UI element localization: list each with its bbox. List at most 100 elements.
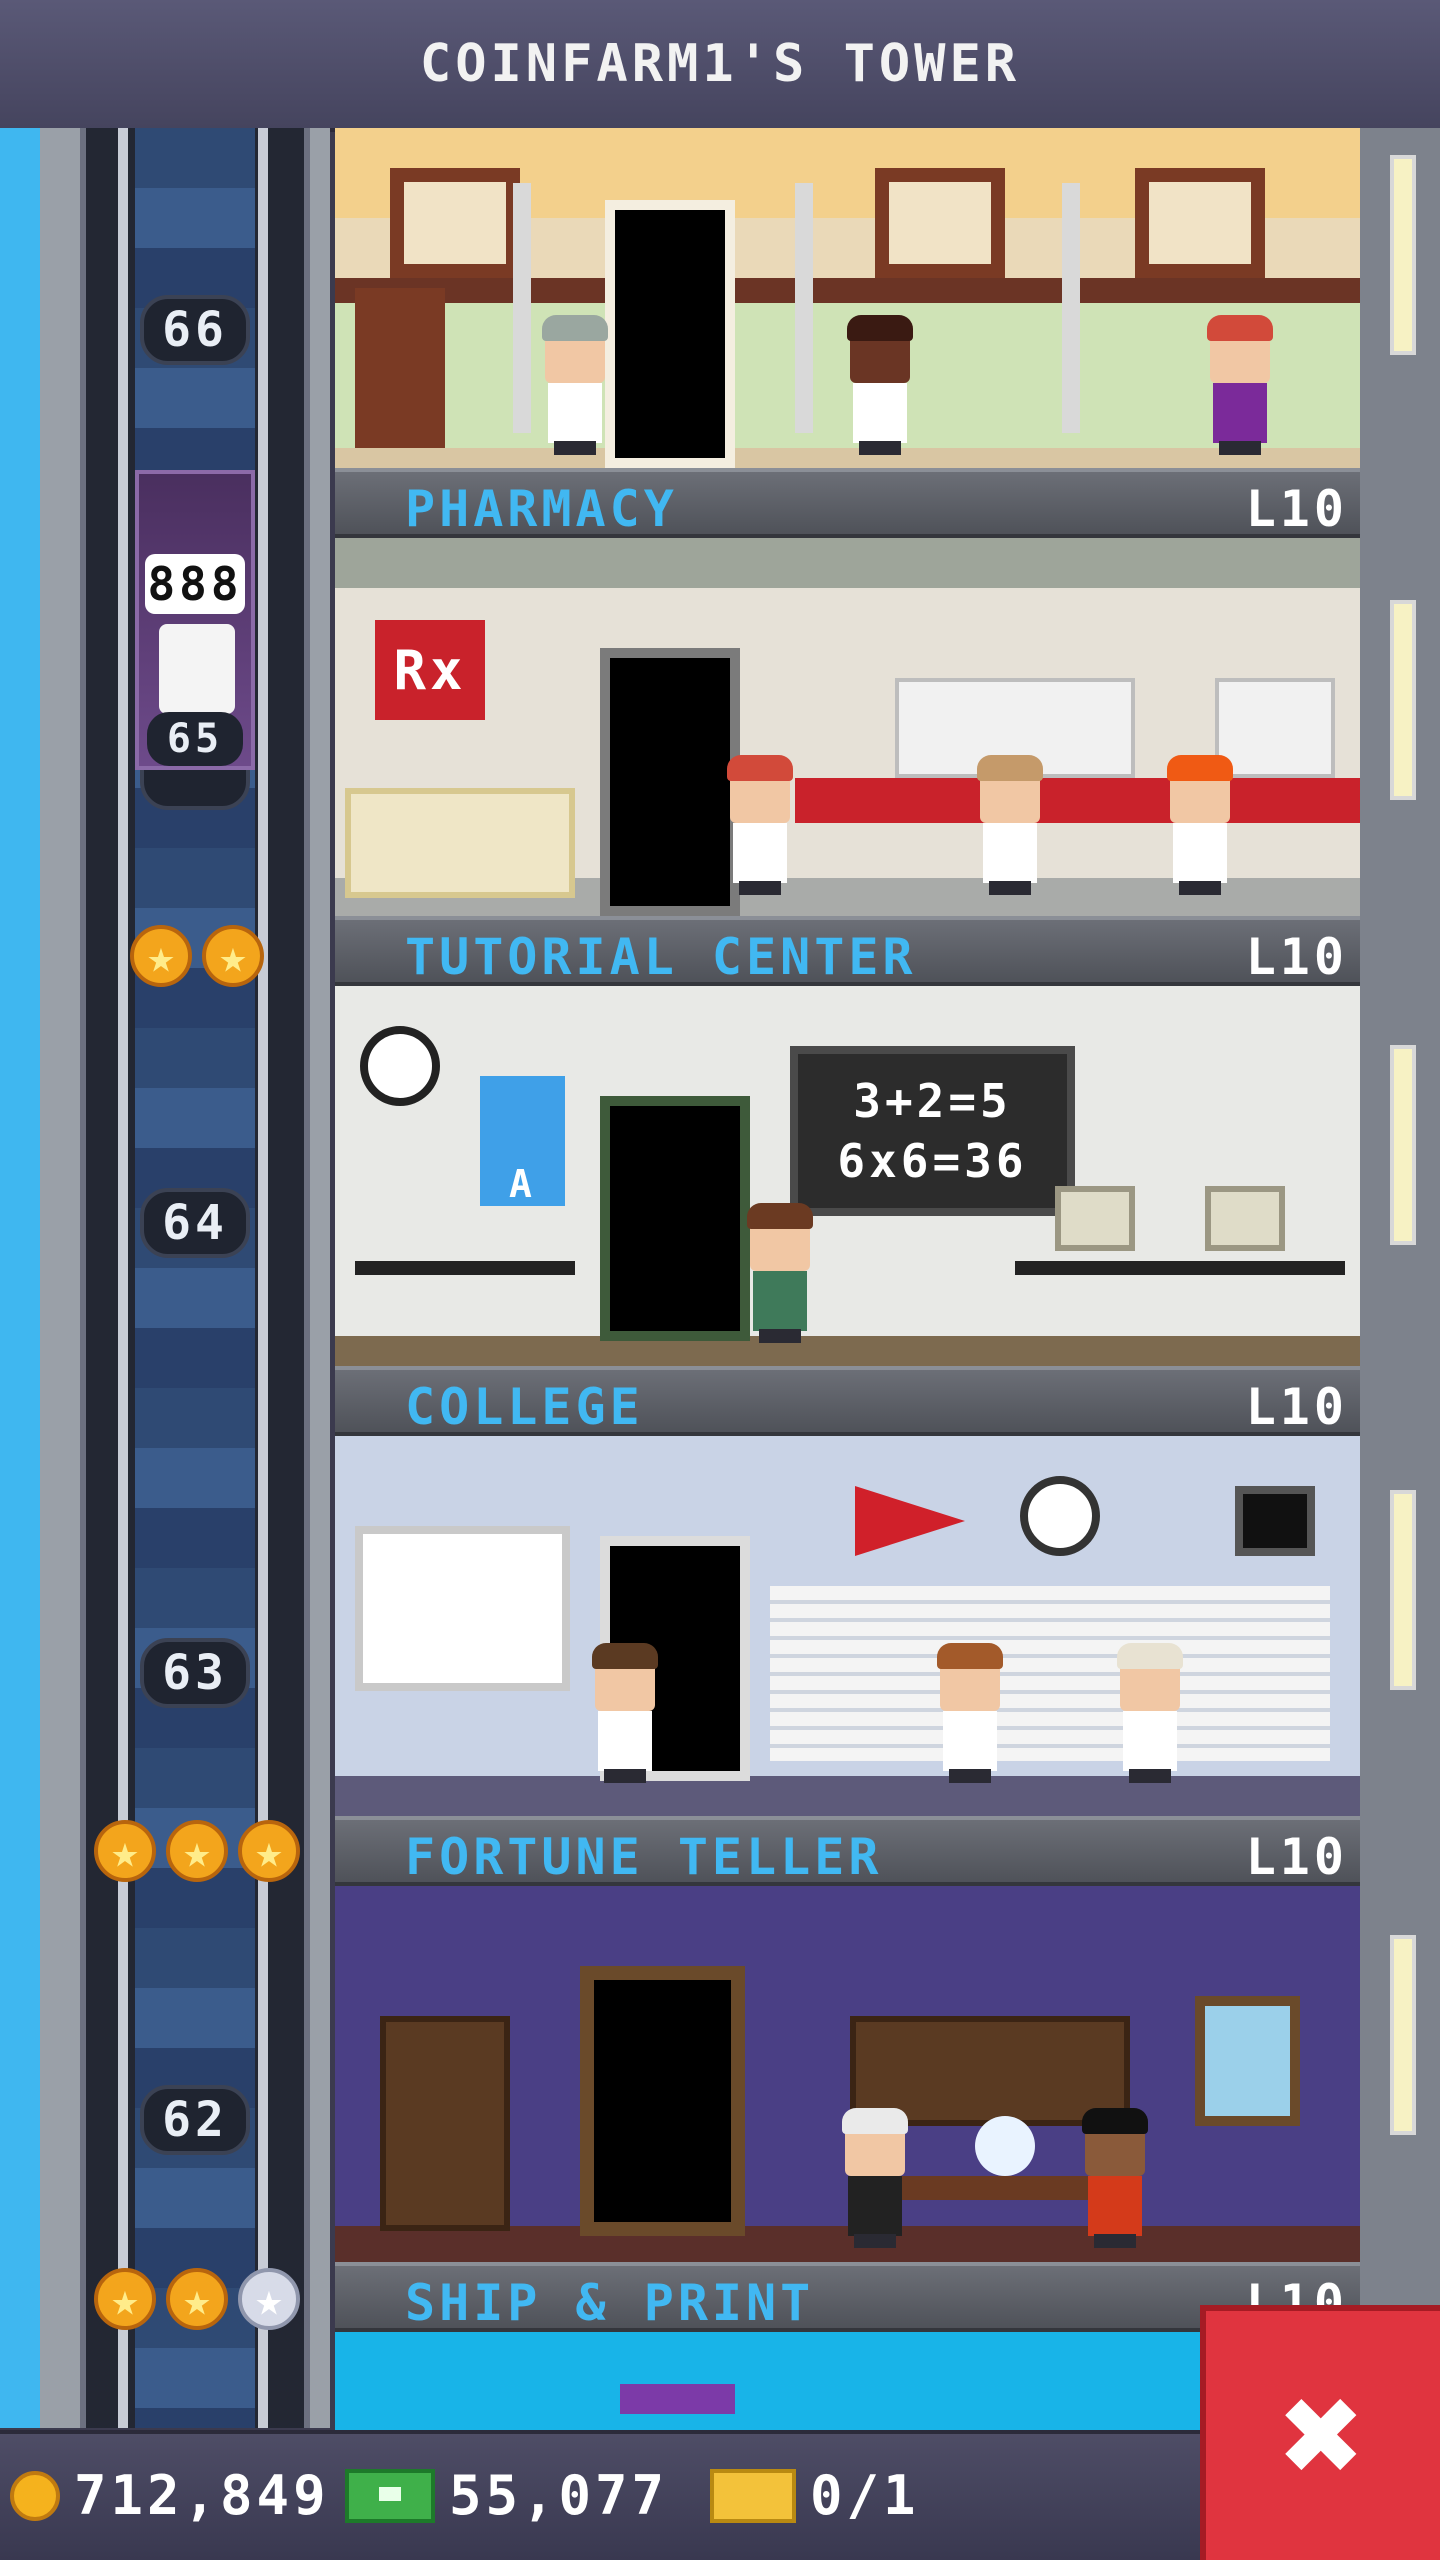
window-light bbox=[1390, 1045, 1416, 1245]
shelf-unit bbox=[345, 788, 575, 898]
bitizen[interactable] bbox=[725, 755, 795, 895]
bux-icon bbox=[345, 2468, 435, 2523]
clock-icon bbox=[360, 1026, 440, 1106]
room-tutorial-center[interactable]: Rx bbox=[335, 538, 1360, 916]
room-door bbox=[605, 200, 735, 468]
room-ship-and-print[interactable] bbox=[335, 1886, 1360, 2262]
star-icon: ★ bbox=[94, 2268, 156, 2330]
star-icon: ★ bbox=[130, 925, 192, 987]
picture-frame bbox=[875, 168, 1005, 278]
window-light bbox=[1390, 1490, 1416, 1690]
computer-monitor bbox=[1205, 1186, 1285, 1251]
floor-name: SHIP & PRINT bbox=[405, 2274, 815, 2332]
star-icon: ★ bbox=[166, 2268, 228, 2330]
coins-value: 712,849 bbox=[74, 2464, 330, 2527]
coin-icon bbox=[10, 2470, 60, 2521]
clock-icon bbox=[1020, 1476, 1100, 1556]
floor-lamp bbox=[795, 183, 813, 433]
computer-monitor bbox=[1055, 1186, 1135, 1251]
tower-title: COINFARM1'S TOWER bbox=[419, 34, 1021, 94]
window-light bbox=[1390, 600, 1416, 800]
sign-bar bbox=[620, 2384, 735, 2414]
apple-poster: A bbox=[480, 1076, 565, 1206]
floor-label-fortune-teller[interactable]: FORTUNE TELLER L10 bbox=[335, 1816, 1360, 1886]
floor-level: L10 bbox=[1245, 928, 1348, 986]
bux-display[interactable]: 55,077 bbox=[345, 2464, 668, 2527]
bookshelf bbox=[380, 2016, 510, 2231]
star-icon: ★ bbox=[94, 1820, 156, 1882]
bitizen[interactable] bbox=[935, 1643, 1005, 1783]
room-door bbox=[600, 1096, 750, 1341]
chalkboard-line1: 3+2=5 bbox=[853, 1074, 1012, 1128]
tower-title-bar: COINFARM1'S TOWER bbox=[0, 0, 1440, 132]
whiteboard bbox=[355, 1526, 570, 1691]
bookshelf bbox=[355, 288, 445, 448]
bitizen[interactable] bbox=[840, 2108, 910, 2248]
window-blinds bbox=[770, 1586, 1330, 1761]
floor-number-63: 63 bbox=[140, 1638, 250, 1708]
pennant-flag bbox=[855, 1486, 965, 1556]
floor-name: TUTORIAL CENTER bbox=[405, 928, 917, 986]
star-icon: ★ bbox=[238, 1820, 300, 1882]
elevator-operator bbox=[159, 624, 235, 714]
floor-number-64: 64 bbox=[140, 1188, 250, 1258]
desk bbox=[355, 1261, 575, 1275]
star-icon: ★ bbox=[238, 2268, 300, 2330]
ticket-icon bbox=[710, 2468, 796, 2523]
computer-desk bbox=[1015, 1261, 1345, 1275]
star-icon: ★ bbox=[166, 1820, 228, 1882]
room-door bbox=[580, 1966, 745, 2236]
coins-display[interactable]: 712,849 bbox=[10, 2464, 330, 2527]
floor-label-pharmacy[interactable]: PHARMACY L10 bbox=[335, 468, 1360, 538]
floor-label-tutorial-center[interactable]: TUTORIAL CENTER L10 bbox=[335, 916, 1360, 986]
bitizen[interactable] bbox=[1205, 315, 1275, 455]
floor-label-college[interactable]: COLLEGE L10 bbox=[335, 1366, 1360, 1436]
chalkboard: 3+2=5 6x6=36 bbox=[790, 1046, 1075, 1216]
room-door bbox=[600, 648, 740, 916]
floor-level: L10 bbox=[1245, 480, 1348, 538]
room-fortune-teller[interactable] bbox=[335, 1436, 1360, 1816]
crystal-ball bbox=[975, 2116, 1035, 2176]
floor-number-66: 66 bbox=[140, 295, 250, 365]
chalkboard-line2: 6x6=36 bbox=[837, 1134, 1028, 1188]
rx-sign: Rx bbox=[375, 620, 485, 720]
floor-lamp bbox=[1062, 183, 1080, 433]
elevator-car[interactable]: 888 65 bbox=[135, 470, 255, 770]
bitizen[interactable] bbox=[1115, 1643, 1185, 1783]
counter bbox=[795, 778, 1360, 823]
bitizen[interactable] bbox=[975, 755, 1045, 895]
elevator-cable-right bbox=[258, 128, 268, 2428]
bux-value: 55,077 bbox=[449, 2464, 669, 2527]
star-icon: ★ bbox=[202, 925, 264, 987]
window-light bbox=[1390, 1935, 1416, 2135]
bitizen[interactable] bbox=[540, 315, 610, 455]
bitizen[interactable] bbox=[745, 1203, 815, 1343]
room-college[interactable]: A 3+2=5 6x6=36 bbox=[335, 986, 1360, 1366]
elevator-cable-left bbox=[118, 128, 128, 2428]
floor-level: L10 bbox=[1245, 1378, 1348, 1436]
rx-sign-text: Rx bbox=[393, 638, 467, 702]
poster-letter: A bbox=[509, 1162, 536, 1206]
bitizen[interactable] bbox=[1165, 755, 1235, 895]
bitizen[interactable] bbox=[590, 1643, 660, 1783]
close-icon: ✖ bbox=[1280, 2354, 1366, 2517]
floor-name: FORTUNE TELLER bbox=[405, 1828, 883, 1886]
close-button[interactable]: ✖ bbox=[1200, 2305, 1440, 2560]
picture-frame bbox=[390, 168, 520, 278]
picture-frame bbox=[1135, 168, 1265, 278]
floor-name: PHARMACY bbox=[405, 480, 678, 538]
sky-strip bbox=[0, 128, 40, 2428]
bitizen[interactable] bbox=[1080, 2108, 1150, 2248]
floor-number-65: 65 bbox=[147, 712, 243, 766]
tv-screen bbox=[1235, 1486, 1315, 1556]
floor-name: COLLEGE bbox=[405, 1378, 644, 1436]
elevator-passenger-counter: 888 bbox=[145, 554, 245, 614]
floor-level: L10 bbox=[1245, 1828, 1348, 1886]
window bbox=[1195, 1996, 1300, 2126]
window-light bbox=[1390, 155, 1416, 355]
bitizen[interactable] bbox=[845, 315, 915, 455]
tickets-value: 0/1 bbox=[810, 2464, 920, 2527]
floor-number-62: 62 bbox=[140, 2085, 250, 2155]
room-pharmacy[interactable] bbox=[335, 128, 1360, 468]
tickets-display[interactable]: 0/1 bbox=[710, 2464, 920, 2527]
